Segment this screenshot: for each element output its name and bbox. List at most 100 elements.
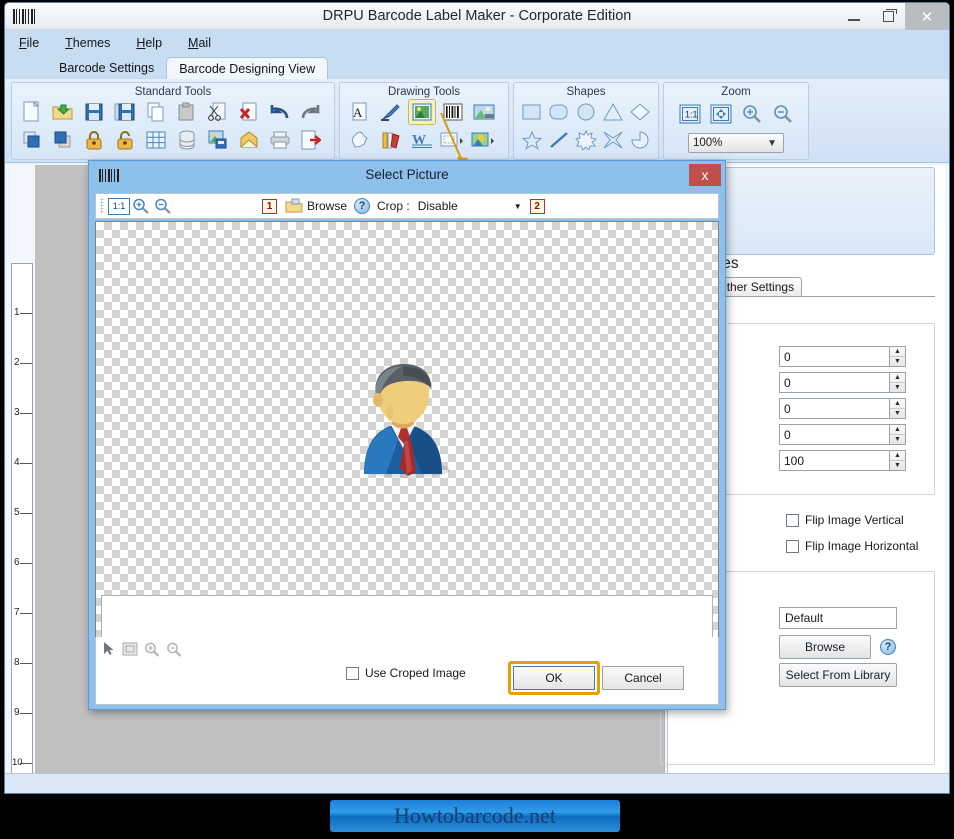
select-from-library-button[interactable]: Select From Library — [779, 663, 897, 687]
bring-to-front-icon[interactable] — [18, 127, 46, 153]
export-icon[interactable] — [297, 127, 325, 153]
open-folder-icon[interactable] — [49, 99, 77, 125]
close-button[interactable]: ✕ — [905, 3, 949, 30]
delete-icon[interactable] — [235, 99, 263, 125]
star-icon[interactable] — [520, 127, 544, 153]
lock-icon[interactable] — [80, 127, 108, 153]
brightness-stepper[interactable]: 0 ▲▼ — [779, 372, 906, 393]
fit-to-window-icon[interactable] — [707, 101, 735, 127]
pointer-icon[interactable] — [102, 641, 116, 660]
copy-icon[interactable] — [142, 99, 170, 125]
new-document-icon[interactable] — [18, 99, 46, 125]
four-point-star-icon[interactable] — [601, 127, 625, 153]
image-icon[interactable] — [408, 99, 436, 125]
ribbon-group-standard-tools: Standard Tools — [11, 82, 335, 160]
zoom-in-icon[interactable] — [738, 101, 766, 127]
menu-item-help[interactable]: Help — [136, 36, 162, 50]
image-path-input[interactable]: Default — [779, 607, 897, 629]
checkbox-box[interactable] — [786, 514, 799, 527]
pen-icon[interactable] — [377, 99, 405, 125]
step-badge-2: 2 — [530, 199, 545, 214]
minimize-button[interactable] — [837, 3, 871, 30]
toolbar-grip[interactable] — [100, 198, 104, 214]
triangle-icon[interactable] — [601, 99, 625, 125]
line-icon[interactable] — [547, 127, 571, 153]
pie-icon[interactable] — [628, 127, 652, 153]
ellipse-icon[interactable] — [574, 99, 598, 125]
flip-image-vertical-checkbox[interactable]: Flip Image Vertical — [786, 513, 904, 527]
ok-button[interactable]: OK — [513, 666, 595, 690]
save-as-icon[interactable] — [111, 99, 139, 125]
window-title: DRPU Barcode Label Maker - Corporate Edi… — [5, 8, 949, 24]
books-icon[interactable] — [377, 127, 405, 153]
save-icon[interactable] — [80, 99, 108, 125]
dialog-close-button[interactable]: x — [689, 164, 721, 186]
text-icon[interactable]: A — [346, 99, 374, 125]
send-to-back-icon[interactable] — [49, 127, 77, 153]
dialog-preview-area[interactable] — [95, 221, 719, 691]
transparency-stepper[interactable]: 100 ▲▼ — [779, 450, 906, 471]
barcode-icon[interactable] — [439, 99, 467, 125]
menu-item-file[interactable]: File — [19, 36, 39, 50]
paste-icon[interactable] — [173, 99, 201, 125]
picture-frame-icon[interactable] — [470, 99, 498, 125]
grid-icon[interactable] — [142, 127, 170, 153]
ruler-label: 3 — [14, 407, 20, 418]
cancel-button[interactable]: Cancel — [602, 666, 684, 690]
star-shape-icon[interactable] — [346, 127, 374, 153]
tab-barcode-designing-view[interactable]: Barcode Designing View — [166, 57, 328, 79]
chevron-down-icon[interactable]: ▼ — [514, 202, 522, 211]
stepper-arrows[interactable]: ▲▼ — [889, 451, 905, 470]
burst-icon[interactable] — [574, 127, 598, 153]
crop-select[interactable]: Disable — [418, 199, 514, 213]
contrast-stepper[interactable]: 0 ▲▼ — [779, 398, 906, 419]
background-icon[interactable] — [470, 127, 498, 153]
zoom-level-select[interactable]: 100% ▼ — [688, 133, 784, 153]
checkbox-box[interactable] — [346, 667, 359, 680]
ruler-label: 8 — [14, 657, 20, 668]
app-root: DRPU Barcode Label Maker - Corporate Edi… — [0, 0, 954, 839]
rectangle-icon[interactable] — [520, 99, 544, 125]
cut-icon[interactable] — [204, 99, 232, 125]
watermark-icon[interactable]: W — [408, 127, 436, 153]
tab-barcode-settings[interactable]: Barcode Settings — [47, 57, 166, 79]
redo-icon[interactable] — [297, 99, 325, 125]
rounded-rectangle-icon[interactable] — [547, 99, 571, 125]
menu-label-file: ile — [27, 36, 40, 50]
rotate-angle-stepper[interactable]: 0 ▲▼ — [779, 346, 906, 367]
stepper-arrows[interactable]: ▲▼ — [889, 373, 905, 392]
ruler-label: 5 — [14, 507, 20, 518]
checkbox-box[interactable] — [786, 540, 799, 553]
menu-item-themes[interactable]: Themes — [65, 36, 110, 50]
restore-button[interactable] — [871, 3, 905, 30]
menu-item-mail[interactable]: Mail — [188, 36, 211, 50]
signature-icon[interactable] — [439, 127, 467, 153]
third-field-stepper[interactable]: 0 ▲▼ — [779, 424, 906, 445]
zoom-in-icon[interactable] — [144, 642, 160, 660]
mail-icon[interactable] — [235, 127, 263, 153]
zoom-out-icon[interactable] — [152, 196, 174, 216]
zoom-out-icon[interactable] — [166, 642, 182, 660]
stepper-arrows[interactable]: ▲▼ — [889, 347, 905, 366]
diamond-icon[interactable] — [628, 99, 652, 125]
dialog-browse-button[interactable]: Browse — [307, 199, 347, 213]
unlock-icon[interactable] — [111, 127, 139, 153]
use-cropped-image-checkbox[interactable]: Use Croped Image — [346, 666, 466, 680]
fit-icon[interactable] — [122, 642, 138, 659]
image-export-icon[interactable] — [204, 127, 232, 153]
zoom-out-icon[interactable] — [769, 101, 797, 127]
actual-size-button[interactable]: 1:1 — [108, 198, 130, 215]
zoom-in-icon[interactable] — [130, 196, 152, 216]
stepper-arrows[interactable]: ▲▼ — [889, 399, 905, 418]
help-icon[interactable]: ? — [354, 198, 370, 214]
stepper-arrows[interactable]: ▲▼ — [889, 425, 905, 444]
flip-image-horizontal-checkbox[interactable]: Flip Image Horizontal — [786, 539, 918, 553]
help-icon[interactable]: ? — [880, 639, 896, 655]
open-folder-icon[interactable] — [285, 198, 303, 214]
browse-button[interactable]: Browse — [779, 635, 871, 659]
undo-icon[interactable] — [266, 99, 294, 125]
print-icon[interactable] — [266, 127, 294, 153]
actual-size-icon[interactable]: 1:1 — [676, 101, 704, 127]
ruler-label: 2 — [14, 357, 20, 368]
database-icon[interactable] — [173, 127, 201, 153]
